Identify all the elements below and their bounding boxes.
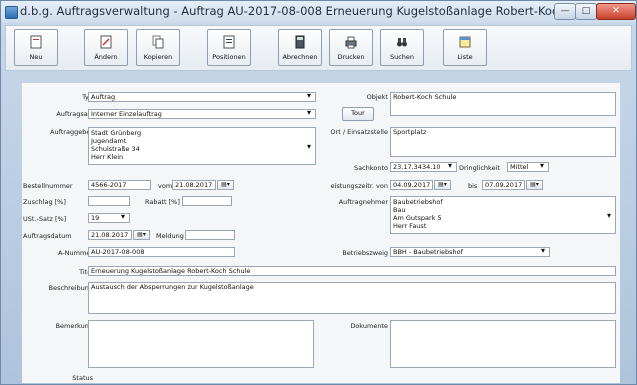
report-input[interactable] (185, 230, 235, 240)
service-to-calendar-button[interactable]: ▤▾ (526, 180, 543, 190)
order-number-input[interactable]: 4566-2017 (88, 180, 151, 190)
title-bar: d.b.g. Auftragsverwaltung - Auftrag AU-2… (1, 1, 636, 23)
document-edit-icon (100, 35, 112, 49)
binoculars-icon (397, 38, 407, 47)
service-period-label: eistungszeitr. von (330, 182, 388, 190)
service-to-label: bis (468, 182, 478, 190)
contractor-select[interactable]: Baubetriebshof Bau Am Gutspark 5 Herr Fa… (390, 196, 616, 234)
discount-input[interactable] (182, 196, 232, 206)
print-button-label: Drucken (337, 53, 365, 61)
order-issue-date-input[interactable]: 21.08.2017 (88, 230, 132, 240)
service-from-input[interactable]: 04.09.2017 (390, 180, 433, 190)
client-line: Herr Klein (91, 153, 124, 161)
urgency-select[interactable]: Mittel (507, 162, 549, 172)
account-label: Sachkonto (354, 164, 388, 172)
positions-button-label: Positionen (212, 53, 246, 61)
service-from-calendar-button[interactable]: ▤▾ (434, 180, 451, 190)
a-number-input[interactable]: AU-2017-08-008 (88, 247, 235, 257)
documents-list[interactable] (390, 320, 616, 368)
search-button[interactable]: Suchen (380, 29, 424, 66)
calendar-icon: ▤▾ (137, 231, 146, 238)
urgency-label: Dringlichkeit (459, 164, 500, 172)
contractor-line: Baubetriebshof (393, 198, 443, 206)
discount-label: Rabatt [%] (145, 198, 180, 206)
main-window: d.b.g. Auftragsverwaltung - Auftrag AU-2… (0, 0, 637, 385)
client-select[interactable]: Stadt Grünberg Jugendamt Schulstraße 34 … (88, 127, 316, 165)
printer-icon (345, 36, 357, 49)
contractor-line: Herr Faust (393, 222, 427, 230)
billing-button[interactable]: Abrechnen (278, 29, 322, 66)
billing-button-label: Abrechnen (282, 53, 318, 61)
client-label: Auftraggeber (50, 128, 93, 136)
order-kind-select[interactable]: Interner Einzelauftrag (88, 109, 316, 119)
contractor-line: Am Gutspark 5 (393, 214, 442, 222)
order-date-label: vom (158, 182, 173, 190)
order-issue-date-label: Auftragsdatum (23, 232, 72, 240)
surcharge-label: Zuschlag [%] (23, 198, 66, 206)
contractor-label: Auftragnehmer (338, 198, 388, 206)
edit-button[interactable]: Ändern (84, 29, 128, 66)
contractor-line: Bau (393, 206, 406, 214)
order-date-calendar-button[interactable]: ▤▾ (217, 180, 234, 190)
new-button[interactable]: Neu (14, 29, 58, 66)
client-line: Schulstraße 34 (91, 145, 140, 153)
status-label: Status (72, 374, 93, 382)
tour-button[interactable]: Tour (342, 107, 374, 121)
copy-button[interactable]: Kopieren (136, 29, 180, 66)
positions-button[interactable]: Positionen (207, 29, 251, 66)
business-branch-label: Betriebszweig (342, 249, 388, 257)
app-icon (5, 6, 18, 19)
type-select[interactable]: Auftrag (88, 92, 316, 102)
client-line: Jugendamt (91, 137, 127, 145)
calendar-icon: ▤▾ (221, 181, 230, 188)
window-title: d.b.g. Auftragsverwaltung - Auftrag AU-2… (20, 4, 608, 18)
list-icon (223, 35, 235, 49)
location-label: Ort / Einsatzstelle (330, 128, 388, 136)
edit-button-label: Ändern (94, 53, 118, 61)
new-button-label: Neu (29, 53, 43, 61)
table-icon (459, 36, 471, 48)
report-label: Meldung (156, 232, 184, 240)
service-to-input[interactable]: 07.09.2017 (482, 180, 525, 190)
client-line: Stadt Grünberg (91, 129, 142, 137)
list-button[interactable]: Liste (443, 29, 487, 66)
document-new-icon (30, 35, 42, 49)
object-label: Objekt (366, 93, 388, 101)
copy-icon (152, 35, 164, 49)
calculator-icon (295, 35, 305, 49)
order-date-input[interactable]: 21.08.2017 (172, 180, 216, 190)
account-select[interactable]: 23.17.3434.10 (390, 162, 457, 172)
copy-button-label: Kopieren (143, 53, 173, 61)
toolbar: Neu Ändern Kopieren Positionen Abrechnen… (5, 25, 632, 71)
description-input[interactable]: Austausch der Absperrungen zur Kugelstoß… (88, 282, 616, 314)
maximize-button[interactable]: □ (575, 3, 597, 20)
calendar-icon: ▤▾ (438, 181, 447, 188)
business-branch-select[interactable]: BBH - Baubetriebshof (390, 247, 550, 257)
object-input[interactable]: Robert-Koch Schule (390, 92, 616, 116)
order-number-label: Bestellnummer (23, 182, 73, 190)
minimize-button[interactable]: — (554, 3, 576, 20)
location-input[interactable]: Sportplatz (390, 127, 616, 157)
surcharge-input[interactable] (88, 196, 130, 206)
calendar-icon: ▤▾ (530, 181, 539, 188)
vat-select[interactable]: 19 (88, 213, 130, 223)
print-button[interactable]: Drucken (329, 29, 373, 66)
order-issue-date-calendar-button[interactable]: ▤▾ (133, 230, 150, 240)
title-input[interactable]: Erneuerung Kugelstoßanlage Robert-Koch S… (88, 266, 616, 276)
order-form: Typ Auftrag Auftragsart Interner Einzela… (22, 83, 620, 383)
close-button[interactable]: ✕ (596, 3, 636, 20)
search-button-label: Suchen (389, 53, 415, 61)
list-button-label: Liste (457, 53, 473, 61)
description-label: Beschreibung (48, 284, 93, 292)
remark-input[interactable] (88, 320, 314, 368)
vat-label: USt.-Satz [%] (23, 215, 67, 223)
documents-label: Dokumente (350, 322, 388, 330)
